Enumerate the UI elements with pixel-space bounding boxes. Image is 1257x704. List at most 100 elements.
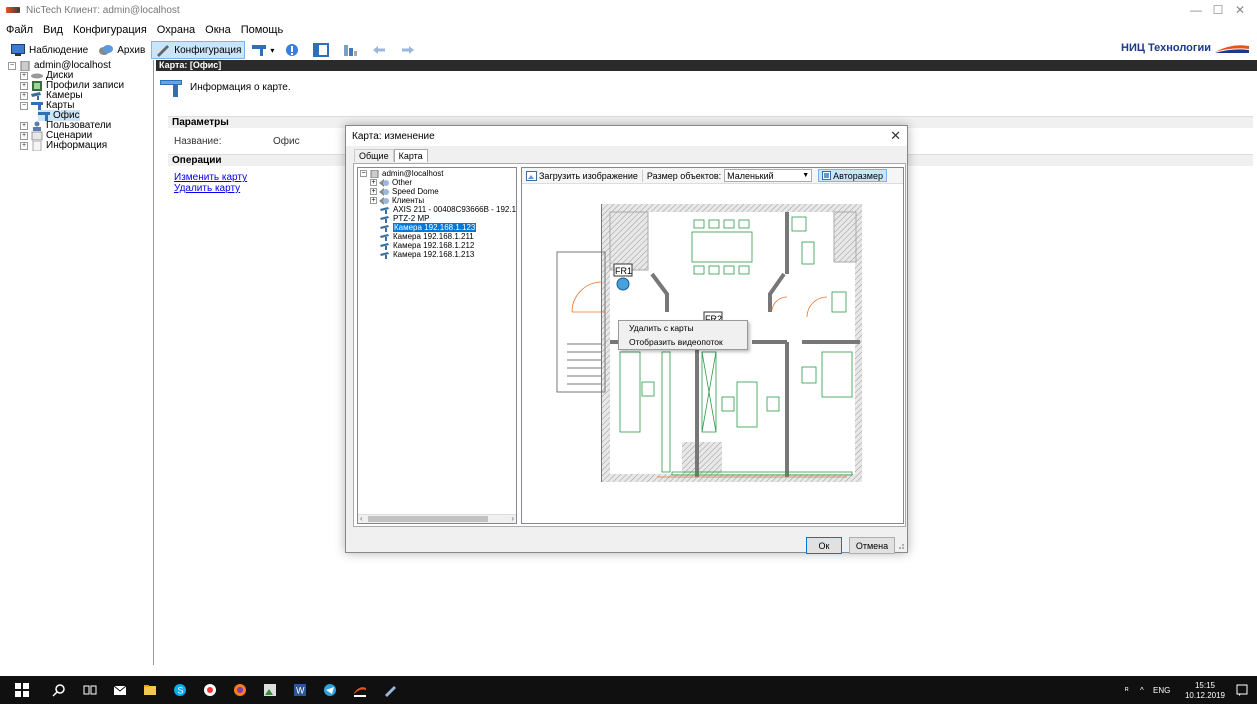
info-button[interactable] xyxy=(280,41,307,59)
configuration-label: Конфигурация xyxy=(174,44,242,56)
tray-people-icon[interactable]: ᴿ xyxy=(1125,676,1129,704)
tab-map[interactable]: Карта xyxy=(393,149,428,162)
task-view-icon[interactable] xyxy=(83,683,97,697)
map-icon xyxy=(38,111,50,121)
nictech-client-icon[interactable] xyxy=(353,683,367,697)
expand-icon[interactable]: + xyxy=(20,121,28,130)
archive-label: Архив xyxy=(117,44,146,56)
camera-icon xyxy=(380,215,389,223)
marker-fr1-label: FR1 xyxy=(615,266,632,276)
yandex-browser-icon[interactable] xyxy=(203,683,217,697)
folder-icon xyxy=(379,187,389,196)
camera-item[interactable]: PTZ-2 MP xyxy=(380,214,429,223)
device-group-label: Клиенты xyxy=(392,196,425,205)
collapse-icon[interactable]: − xyxy=(8,61,16,70)
skype-icon[interactable]: S xyxy=(173,683,187,697)
forward-button[interactable] xyxy=(396,41,423,59)
camera-item[interactable]: Камера 192.168.1.213 xyxy=(380,250,474,259)
expand-icon[interactable]: + xyxy=(370,179,377,186)
mail-icon[interactable] xyxy=(113,683,127,697)
file-explorer-icon[interactable] xyxy=(143,683,157,697)
map-icon xyxy=(160,80,182,97)
menu-help[interactable]: Помощь xyxy=(241,24,284,36)
menu-file[interactable]: Файл xyxy=(6,24,33,36)
scroll-left-icon[interactable]: ‹ xyxy=(360,514,363,523)
back-button[interactable] xyxy=(367,41,394,59)
notification-icon[interactable] xyxy=(1235,683,1249,697)
dialog-close-button[interactable]: ✕ xyxy=(890,128,901,144)
camera-label: Камера 192.168.1.123 xyxy=(393,223,477,232)
object-size-select[interactable]: Маленький ▼ xyxy=(724,169,813,182)
context-menu-show-stream[interactable]: Отобразить видеопоток xyxy=(619,335,747,349)
context-menu-remove[interactable]: Удалить с карты xyxy=(619,321,747,335)
expand-icon[interactable]: + xyxy=(20,131,28,140)
tab-general[interactable]: Общие xyxy=(354,149,394,162)
word-icon[interactable]: W xyxy=(293,683,307,697)
autosize-button[interactable]: Авторазмер xyxy=(818,169,887,182)
camera-label: AXIS 211 - 00408C93666B - 192.168. xyxy=(393,205,517,214)
windows-start-icon[interactable] xyxy=(15,683,29,697)
camera-item[interactable]: Камера 192.168.1.211 xyxy=(380,232,474,241)
collapse-icon[interactable]: − xyxy=(360,170,367,177)
image-viewer-icon[interactable] xyxy=(263,683,277,697)
delete-map-link[interactable]: Удалить карту xyxy=(174,183,240,194)
disk-icon xyxy=(31,73,43,78)
users-button[interactable] xyxy=(338,41,365,59)
edit-map-link[interactable]: Изменить карту xyxy=(174,172,247,183)
scrollbar-thumb[interactable] xyxy=(368,516,488,522)
collapse-icon[interactable]: − xyxy=(20,101,28,110)
scroll-right-icon[interactable]: › xyxy=(511,514,514,523)
firefox-icon[interactable] xyxy=(233,683,247,697)
device-group-clients[interactable]: + Клиенты xyxy=(370,196,424,205)
device-tree-root[interactable]: − admin@localhost xyxy=(360,169,443,178)
tray-chevron-up-icon[interactable]: ^ xyxy=(1140,676,1144,704)
expand-icon[interactable]: + xyxy=(20,71,28,80)
arrow-right-icon xyxy=(402,46,415,54)
camera-marker-fr1[interactable] xyxy=(616,277,630,291)
expand-icon[interactable]: + xyxy=(370,188,377,195)
cancel-button[interactable]: Отмена xyxy=(849,537,895,554)
search-icon[interactable] xyxy=(52,683,66,697)
expand-icon[interactable]: + xyxy=(20,91,28,100)
close-window-button[interactable]: ✕ xyxy=(1224,0,1256,20)
telegram-icon[interactable] xyxy=(323,683,337,697)
tree-item-information[interactable]: + Информация xyxy=(20,140,107,151)
ok-button[interactable]: Ок xyxy=(806,537,842,554)
system-clock[interactable]: 15:15 10.12.2019 xyxy=(1185,681,1225,701)
map-icon xyxy=(31,101,43,111)
expand-icon[interactable]: + xyxy=(370,197,377,204)
horizontal-scrollbar[interactable]: ‹ › xyxy=(358,514,516,523)
size-label: Размер объектов: xyxy=(646,170,722,181)
expand-icon[interactable]: + xyxy=(20,81,28,90)
device-group-other[interactable]: + Other xyxy=(370,178,412,187)
map-tool-button[interactable]: ▾ xyxy=(247,41,278,59)
device-group-speed-dome[interactable]: + Speed Dome xyxy=(370,187,439,196)
document-icon xyxy=(32,140,42,151)
camera-item-selected[interactable]: Камера 192.168.1.123 xyxy=(380,223,477,232)
tool-icon[interactable] xyxy=(383,683,397,697)
main-toolbar: Наблюдение Архив Конфигурация ▾ xyxy=(0,40,1257,60)
menu-windows[interactable]: Окна xyxy=(205,24,231,36)
menu-security[interactable]: Охрана xyxy=(157,24,195,36)
panel-icon xyxy=(313,43,330,57)
resize-grip-icon[interactable] xyxy=(897,542,905,550)
panel-button[interactable] xyxy=(309,41,336,59)
camera-item[interactable]: Камера 192.168.1.212 xyxy=(380,241,474,250)
context-menu: Удалить с карты Отобразить видеопоток xyxy=(618,320,748,350)
camera-icon xyxy=(380,233,389,241)
profile-icon xyxy=(32,80,42,91)
observe-button[interactable]: Наблюдение xyxy=(6,41,92,59)
language-indicator[interactable]: ENG xyxy=(1153,676,1170,704)
configuration-button[interactable]: Конфигурация xyxy=(151,41,246,59)
load-image-button[interactable]: Загрузить изображение xyxy=(526,170,638,181)
camera-icon xyxy=(380,251,389,259)
observe-label: Наблюдение xyxy=(29,44,89,56)
camera-label: Камера 192.168.1.211 xyxy=(393,232,474,241)
camera-item[interactable]: AXIS 211 - 00408C93666B - 192.168. xyxy=(380,205,517,214)
name-value: Офис xyxy=(273,136,300,147)
menu-view[interactable]: Вид xyxy=(43,24,63,36)
menu-configuration[interactable]: Конфигурация xyxy=(73,24,147,36)
brand-name: НИЦ Технологии xyxy=(1121,42,1211,54)
expand-icon[interactable]: + xyxy=(20,141,28,150)
archive-button[interactable]: Архив xyxy=(94,41,149,59)
